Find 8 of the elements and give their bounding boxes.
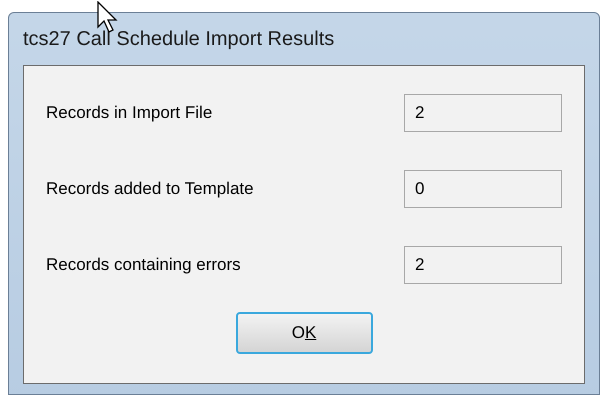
window-title: tcs27 Call Schedule Import Results: [23, 27, 334, 52]
readonly-field[interactable]: 2: [404, 246, 562, 284]
ok-button[interactable]: OK: [236, 312, 372, 354]
readonly-field[interactable]: 0: [404, 170, 562, 208]
field-label: Records added to Template: [46, 178, 254, 200]
field-label: Records containing errors: [46, 254, 241, 276]
readonly-field[interactable]: 2: [404, 94, 562, 132]
field-label: Records in Import File: [46, 102, 212, 124]
